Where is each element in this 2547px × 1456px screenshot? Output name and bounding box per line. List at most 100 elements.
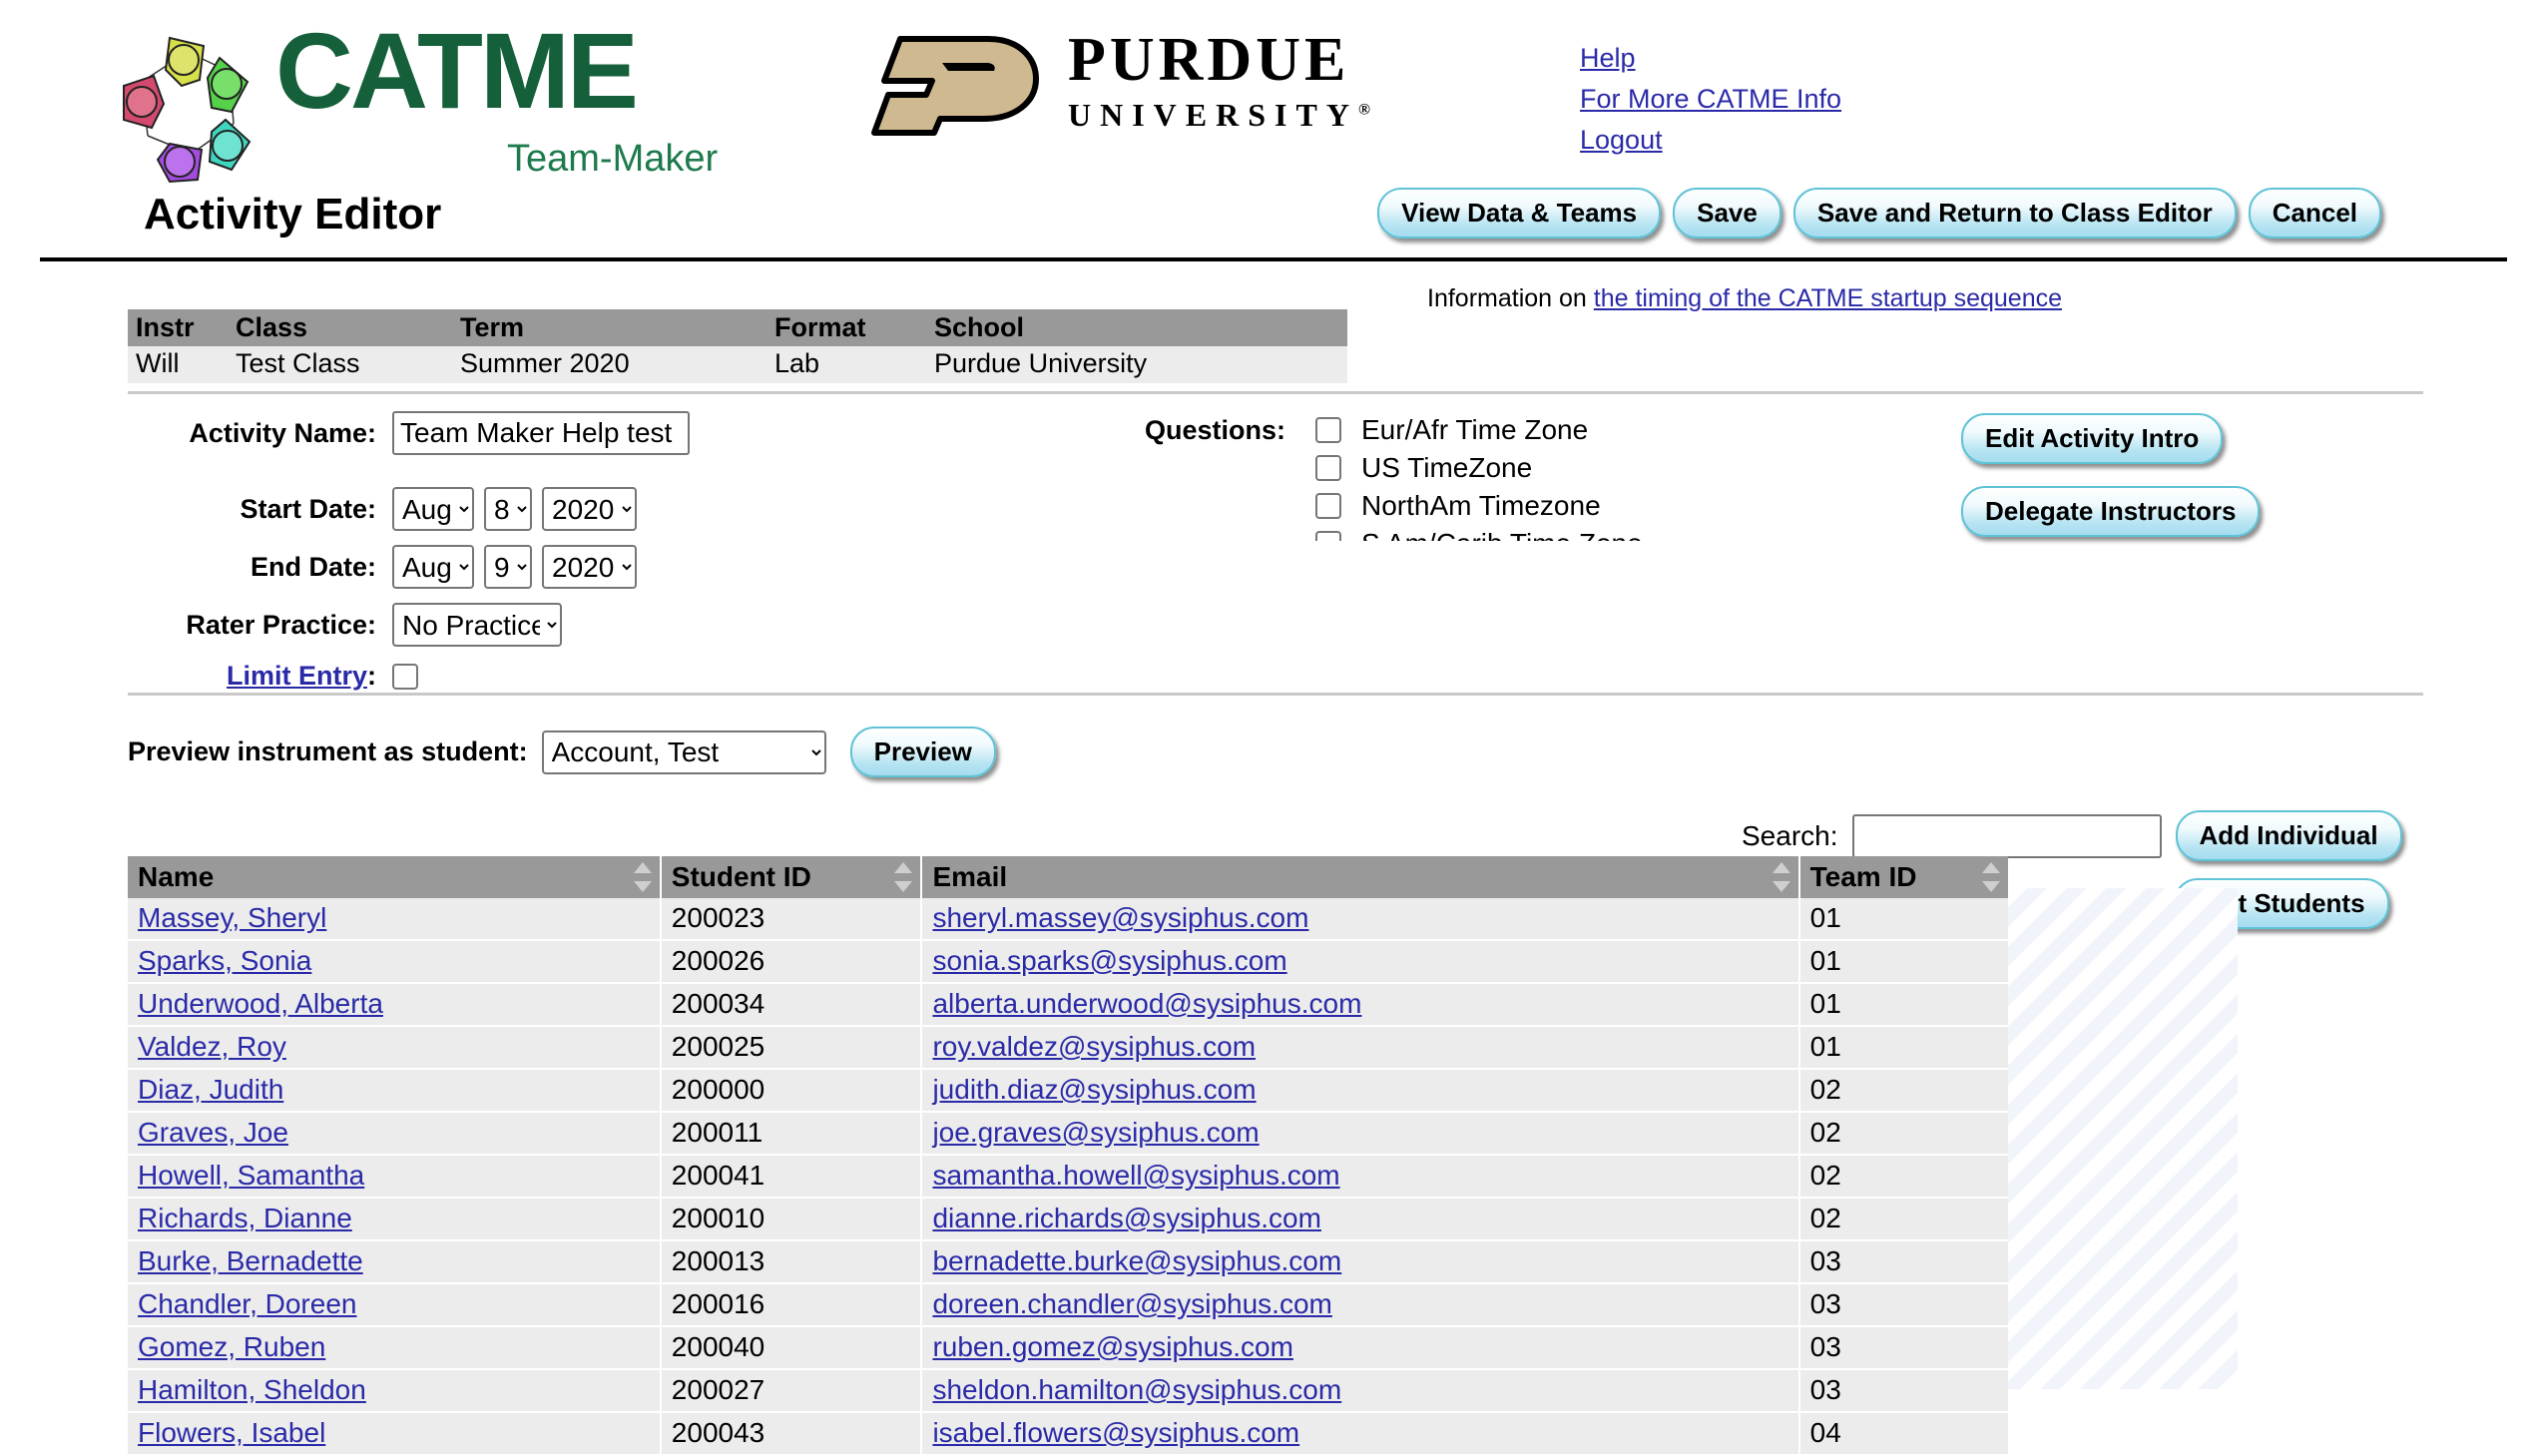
- table-row[interactable]: Underwood, Alberta 200034 alberta.underwoo…: [128, 983, 2008, 1027]
- cell-name: Flowers, Isabel: [128, 1412, 662, 1456]
- question-label: NorthAm Timezone: [1361, 490, 1601, 521]
- question-checkbox[interactable]: [1315, 531, 1341, 541]
- delegate-instructors-button[interactable]: Delegate Instructors: [1961, 486, 2261, 537]
- student-name-link[interactable]: Sparks, Sonia: [138, 945, 311, 976]
- student-email-link[interactable]: dianne.richards@sysiphus.com: [932, 1203, 1320, 1233]
- student-email-link[interactable]: isabel.flowers@sysiphus.com: [932, 1417, 1299, 1448]
- rater-practice-select[interactable]: No Practice: [392, 603, 562, 647]
- student-name-link[interactable]: Howell, Samantha: [138, 1160, 364, 1191]
- student-name-link[interactable]: Burke, Bernadette: [138, 1245, 363, 1276]
- table-row[interactable]: Sparks, Sonia 200026 sonia.sparks@sysiphus…: [128, 940, 2008, 984]
- end-month-select[interactable]: Aug: [392, 545, 474, 589]
- limit-entry-colon: :: [367, 661, 376, 691]
- student-name-link[interactable]: Graves, Joe: [138, 1117, 288, 1148]
- logout-link[interactable]: Logout: [1580, 120, 1841, 161]
- student-email-link[interactable]: alberta.underwood@sysiphus.com: [932, 988, 1361, 1019]
- start-year-select[interactable]: 2020: [542, 487, 637, 531]
- student-name-link[interactable]: Underwood, Alberta: [138, 988, 383, 1019]
- table-row[interactable]: Howell, Samantha 200041 samantha.howell@sy…: [128, 1155, 2008, 1199]
- start-month-select[interactable]: Aug: [392, 487, 474, 531]
- column-header-team-id[interactable]: Team ID: [1798, 856, 2008, 898]
- table-row[interactable]: Richards, Dianne 200010 dianne.richards@sy…: [128, 1198, 2008, 1241]
- cell-student-id: 200025: [660, 1026, 923, 1070]
- more-catme-info-link[interactable]: For More CATME Info: [1580, 79, 1841, 120]
- table-row[interactable]: Diaz, Judith 200000 judith.diaz@sysiphus.c…: [128, 1069, 2008, 1113]
- add-individual-button[interactable]: Add Individual: [2175, 810, 2402, 861]
- save-button[interactable]: Save: [1673, 188, 1782, 239]
- table-row[interactable]: Burke, Bernadette 200013 bernadette.burke@…: [128, 1240, 2008, 1284]
- activity-name-input[interactable]: [392, 411, 690, 455]
- end-year-select[interactable]: 2020: [542, 545, 637, 589]
- cancel-button[interactable]: Cancel: [2248, 188, 2381, 239]
- cell-team-id: 02: [1798, 1155, 2008, 1199]
- student-name-link[interactable]: Massey, Sheryl: [138, 902, 326, 933]
- student-name-link[interactable]: Valdez, Roy: [138, 1031, 286, 1062]
- edit-activity-intro-button[interactable]: Edit Activity Intro: [1961, 413, 2224, 464]
- end-day-select[interactable]: 9: [484, 545, 532, 589]
- sort-arrows-icon[interactable]: [1982, 862, 2000, 892]
- questions-list[interactable]: Eur/Afr Time Zone US TimeZone NorthAm Ti…: [1315, 411, 1874, 541]
- student-email-link[interactable]: bernadette.burke@sysiphus.com: [932, 1245, 1341, 1276]
- student-email-link[interactable]: doreen.chandler@sysiphus.com: [932, 1288, 1331, 1319]
- sort-arrows-icon[interactable]: [633, 862, 652, 892]
- student-name-link[interactable]: Richards, Dianne: [138, 1203, 352, 1233]
- table-row[interactable]: Massey, Sheryl 200023 sheryl.massey@sysiph…: [128, 898, 2008, 941]
- table-row[interactable]: Gomez, Ruben 200040 ruben.gomez@sysiphus.c…: [128, 1326, 2008, 1370]
- column-header-name[interactable]: Name: [128, 856, 662, 898]
- question-item[interactable]: NorthAm Timezone: [1315, 487, 1874, 525]
- cell-team-id: 03: [1798, 1283, 2008, 1327]
- preview-student-select[interactable]: Account, Test: [541, 729, 826, 774]
- start-day-select[interactable]: 8: [484, 487, 532, 531]
- search-label: Search:: [1742, 819, 1838, 851]
- cell-student-id: 200041: [660, 1155, 923, 1199]
- preview-label: Preview instrument as student:: [128, 736, 528, 766]
- limit-entry-link[interactable]: Limit Entry: [227, 661, 367, 691]
- student-email-link[interactable]: judith.diaz@sysiphus.com: [932, 1074, 1256, 1105]
- cell-team-id: 01: [1798, 898, 2008, 941]
- table-row[interactable]: Chandler, Doreen 200016 doreen.chandler@sy…: [128, 1283, 2008, 1327]
- question-checkbox[interactable]: [1315, 455, 1341, 481]
- limit-entry-checkbox[interactable]: [392, 663, 418, 690]
- site-header: CATME Team-Maker PURDUE UNIVERSITY® Help…: [0, 0, 2547, 196]
- student-email-link[interactable]: samantha.howell@sysiphus.com: [932, 1160, 1339, 1191]
- student-email-link[interactable]: sonia.sparks@sysiphus.com: [932, 945, 1286, 976]
- search-input[interactable]: [1851, 813, 2162, 858]
- table-row[interactable]: Flowers, Isabel 200043 isabel.flowers@sysi…: [128, 1412, 2008, 1456]
- cell-student-id: 200000: [660, 1069, 923, 1113]
- table-row[interactable]: Hamilton, Sheldon 200027 sheldon.hamilton@…: [128, 1369, 2008, 1413]
- student-name-link[interactable]: Diaz, Judith: [138, 1074, 283, 1105]
- student-email-link[interactable]: sheryl.massey@sysiphus.com: [932, 902, 1308, 933]
- student-name-link[interactable]: Gomez, Ruben: [138, 1331, 325, 1362]
- purdue-subtitle: UNIVERSITY®: [1068, 95, 1370, 137]
- student-email-link[interactable]: sheldon.hamilton@sysiphus.com: [932, 1374, 1341, 1405]
- column-header-name-label: Name: [138, 861, 215, 892]
- student-email-link[interactable]: joe.graves@sysiphus.com: [932, 1117, 1259, 1148]
- question-item[interactable]: S Am/Carib Time Zone: [1315, 525, 1874, 541]
- student-name-link[interactable]: Chandler, Doreen: [138, 1288, 356, 1319]
- help-link[interactable]: Help: [1580, 38, 1841, 79]
- cell-name: Valdez, Roy: [128, 1026, 662, 1070]
- team-drop-zone[interactable]: [2008, 888, 2238, 1389]
- student-name-link[interactable]: Flowers, Isabel: [138, 1417, 325, 1448]
- student-email-link[interactable]: ruben.gomez@sysiphus.com: [932, 1331, 1292, 1362]
- startup-sequence-link[interactable]: the timing of the CATME startup sequence: [1594, 284, 2062, 312]
- sort-arrows-icon[interactable]: [894, 862, 913, 892]
- question-item[interactable]: Eur/Afr Time Zone: [1315, 411, 1874, 449]
- view-data-teams-button[interactable]: View Data & Teams: [1377, 188, 1662, 239]
- cell-student-id: 200013: [660, 1240, 923, 1284]
- purdue-subtitle-text: UNIVERSITY: [1068, 97, 1358, 133]
- student-name-link[interactable]: Hamilton, Sheldon: [138, 1374, 366, 1405]
- question-item[interactable]: US TimeZone: [1315, 449, 1874, 487]
- preview-button[interactable]: Preview: [849, 727, 996, 777]
- question-checkbox[interactable]: [1315, 493, 1341, 519]
- table-row[interactable]: Graves, Joe 200011 joe.graves@sysiphus.com…: [128, 1112, 2008, 1156]
- student-email-link[interactable]: roy.valdez@sysiphus.com: [932, 1031, 1256, 1062]
- save-and-return-button[interactable]: Save and Return to Class Editor: [1792, 188, 2237, 239]
- column-header-student-id-label: Student ID: [671, 861, 811, 892]
- sort-arrows-icon[interactable]: [1772, 862, 1790, 892]
- table-row[interactable]: Valdez, Roy 200025 roy.valdez@sysiphus.com…: [128, 1026, 2008, 1070]
- question-checkbox[interactable]: [1315, 417, 1341, 443]
- cell-name: Hamilton, Sheldon: [128, 1369, 662, 1413]
- column-header-email[interactable]: Email: [921, 856, 1800, 898]
- column-header-student-id[interactable]: Student ID: [660, 856, 923, 898]
